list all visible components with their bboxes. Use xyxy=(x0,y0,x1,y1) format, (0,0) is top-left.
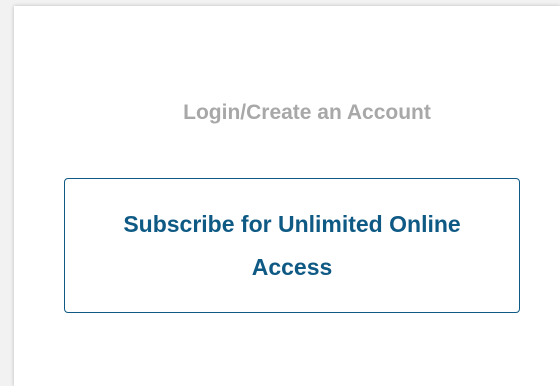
subscribe-button[interactable]: Subscribe for Unlimited Online Access xyxy=(64,178,520,313)
account-panel: Login/Create an Account Subscribe for Un… xyxy=(14,6,560,386)
login-create-account-link[interactable]: Login/Create an Account xyxy=(14,101,560,125)
subscribe-button-label: Subscribe for Unlimited Online Access xyxy=(123,210,461,280)
